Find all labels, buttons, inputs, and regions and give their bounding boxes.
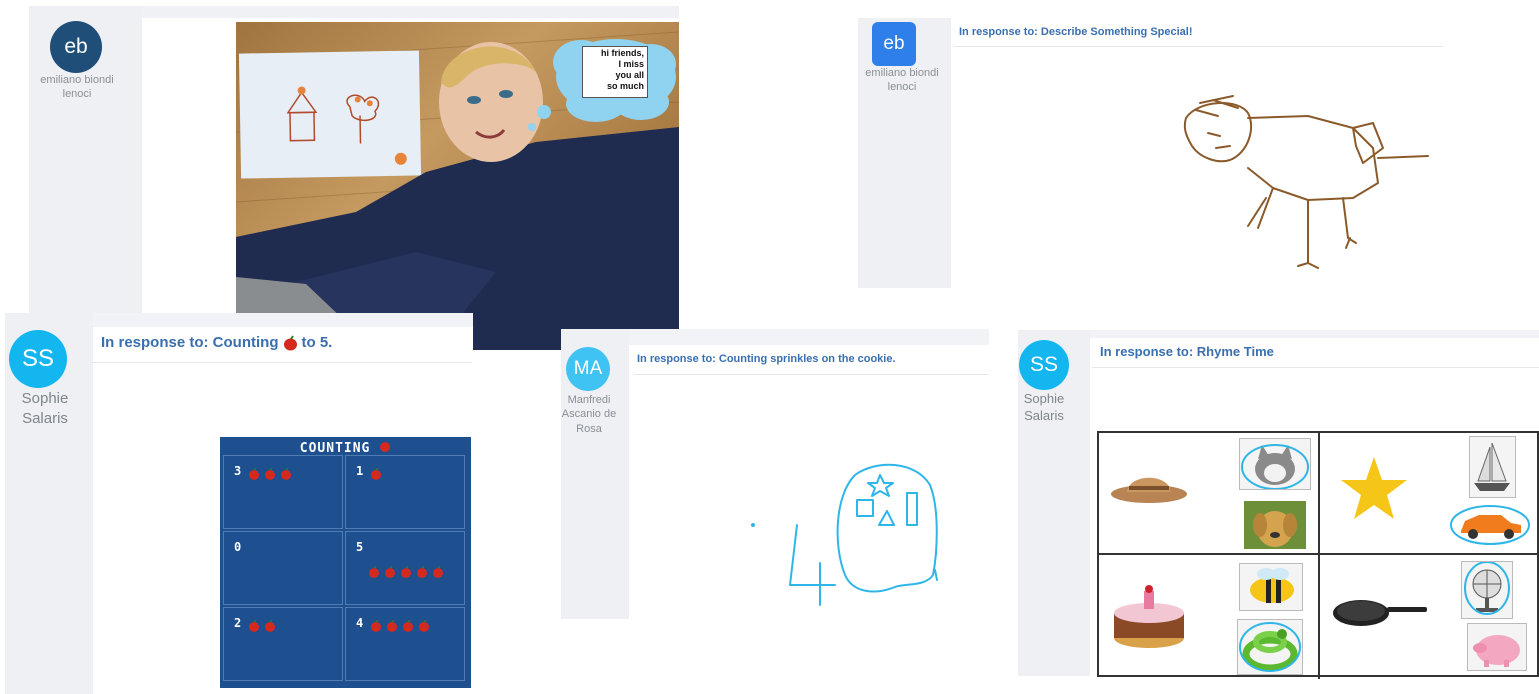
- counting-worksheet[interactable]: COUNTING 3 1 0 5 2 4: [220, 437, 471, 688]
- divider: [953, 46, 1443, 47]
- bubble-line: so much: [606, 81, 644, 91]
- bubble-line: you all: [615, 70, 644, 80]
- rhyme-worksheet[interactable]: [1097, 431, 1539, 679]
- avatar[interactable]: MA: [566, 347, 610, 391]
- cell-number: 3: [234, 464, 242, 478]
- author-name-line: lenoci: [887, 81, 917, 94]
- thought-bubble-text: hi friends, I miss you all so much: [582, 46, 648, 98]
- prompt-link[interactable]: In response to: Describe Something Speci…: [959, 26, 1193, 38]
- apple-icon: [369, 566, 379, 578]
- apple-icon: [403, 620, 413, 632]
- apple-icon: [433, 566, 443, 578]
- apple-icon: [387, 620, 397, 632]
- avatar[interactable]: eb: [50, 21, 102, 73]
- worksheet-cell: 3: [223, 455, 343, 529]
- bee-icon: [1239, 563, 1303, 611]
- cell-number: 0: [234, 540, 242, 554]
- apple-icon: [283, 334, 298, 351]
- author-name-line: Sophie: [1023, 391, 1065, 406]
- author-name[interactable]: emiliano biondi lenoci: [858, 66, 952, 95]
- author-name-line: Sophie: [21, 390, 69, 407]
- divider: [1092, 367, 1539, 368]
- apple-icon: [265, 620, 275, 632]
- pig-icon: [1467, 623, 1527, 671]
- drawing-cookie: [751, 463, 938, 606]
- dog-icon: [1244, 501, 1306, 549]
- divider: [92, 362, 472, 363]
- prompt-link[interactable]: In response to: Counting sprinkles on th…: [637, 353, 896, 365]
- worksheet-title-text: COUNTING: [299, 441, 371, 456]
- avatar[interactable]: eb: [872, 22, 916, 66]
- car-icon: [1450, 505, 1530, 545]
- worksheet-cell: 2: [223, 607, 343, 681]
- bubble-line: hi friends,: [600, 48, 644, 58]
- author-name-line: Ascanio de: [561, 408, 617, 421]
- drawing-animal: [1183, 95, 1429, 269]
- apple-icon: [371, 620, 381, 632]
- grid-line: [1318, 433, 1320, 679]
- apple-icon: [417, 566, 427, 578]
- prompt-link[interactable]: In response to: Rhyme Time: [1100, 344, 1274, 359]
- grid-line: [1099, 553, 1539, 555]
- worksheet-cell: 5: [345, 531, 465, 605]
- apple-icon: [385, 566, 395, 578]
- author-name-line: lenoci: [62, 88, 92, 101]
- worksheet-title: COUNTING: [220, 440, 471, 456]
- worksheet-cell: 1: [345, 455, 465, 529]
- prompt-link[interactable]: In response to: Counting to 5.: [101, 334, 332, 351]
- apple-icon: [249, 468, 259, 480]
- author-name-line: Salaris: [1024, 407, 1064, 423]
- prompt-text: In response to: Counting: [101, 334, 279, 351]
- apple-icon: [249, 620, 259, 632]
- author-name-line: Rosa: [576, 422, 602, 435]
- bubble-line: I miss: [618, 59, 644, 69]
- apple-icon: [379, 440, 391, 452]
- apple-icon: [371, 468, 381, 480]
- cell-number: 4: [356, 616, 364, 630]
- post-photo[interactable]: hi friends, I miss you all so much: [236, 22, 679, 350]
- apple-icon: [419, 620, 429, 632]
- apple-icon: [401, 566, 411, 578]
- author-name[interactable]: emiliano biondi lenoci: [29, 73, 125, 102]
- apple-icon: [281, 468, 291, 480]
- worksheet-grid: 3 1 0 5 2 4: [223, 455, 468, 685]
- snake-icon: [1237, 619, 1303, 675]
- author-name-line: Salaris: [22, 409, 68, 427]
- fan-icon: [1461, 561, 1513, 619]
- author-name-line: emiliano biondi: [865, 67, 939, 79]
- author-name-line: emiliano biondi: [40, 74, 114, 86]
- divider: [633, 374, 989, 375]
- cake-icon: [1114, 585, 1184, 648]
- cell-number: 1: [356, 464, 364, 478]
- avatar[interactable]: SS: [9, 330, 67, 388]
- avatar[interactable]: SS: [1019, 340, 1069, 390]
- cell-number: 2: [234, 616, 242, 630]
- author-name[interactable]: Manfredi Ascanio de Rosa: [553, 393, 625, 436]
- post-card-describe-special: eb emiliano biondi lenoci In response to…: [858, 18, 1458, 288]
- author-name[interactable]: Sophie Salaris: [0, 389, 90, 428]
- author-name-line: Manfredi: [567, 394, 611, 406]
- cell-number: 5: [356, 540, 364, 554]
- worksheet-cell: 4: [345, 607, 465, 681]
- star-icon: [1341, 457, 1407, 519]
- author-name[interactable]: Sophie Salaris: [1010, 391, 1078, 425]
- worksheet-cell: 0: [223, 531, 343, 605]
- apple-icon: [265, 468, 275, 480]
- prompt-text: to 5.: [301, 334, 333, 351]
- boat-icon: [1469, 436, 1516, 498]
- cat-icon: [1239, 438, 1311, 490]
- pan-icon: [1333, 600, 1427, 626]
- hat-icon: [1111, 477, 1187, 503]
